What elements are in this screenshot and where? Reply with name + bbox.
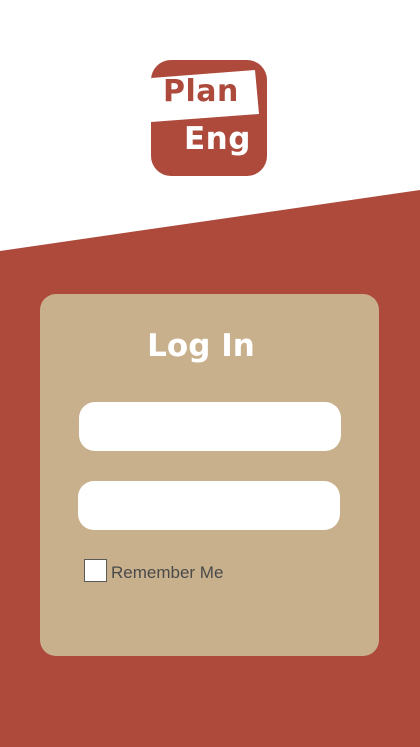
remember-me-checkbox[interactable] (84, 558, 107, 582)
app-logo: Plan Eng (151, 60, 267, 176)
remember-me-row[interactable]: Remember Me (84, 558, 223, 582)
login-title: Log In (147, 328, 255, 364)
username-field[interactable] (79, 402, 341, 451)
logo-text-eng: Eng (184, 121, 251, 157)
login-card: Log In Remember Me (40, 294, 379, 656)
remember-me-label[interactable]: Remember Me (111, 563, 223, 583)
password-field[interactable] (78, 481, 340, 530)
logo-text-plan: Plan (163, 74, 239, 109)
